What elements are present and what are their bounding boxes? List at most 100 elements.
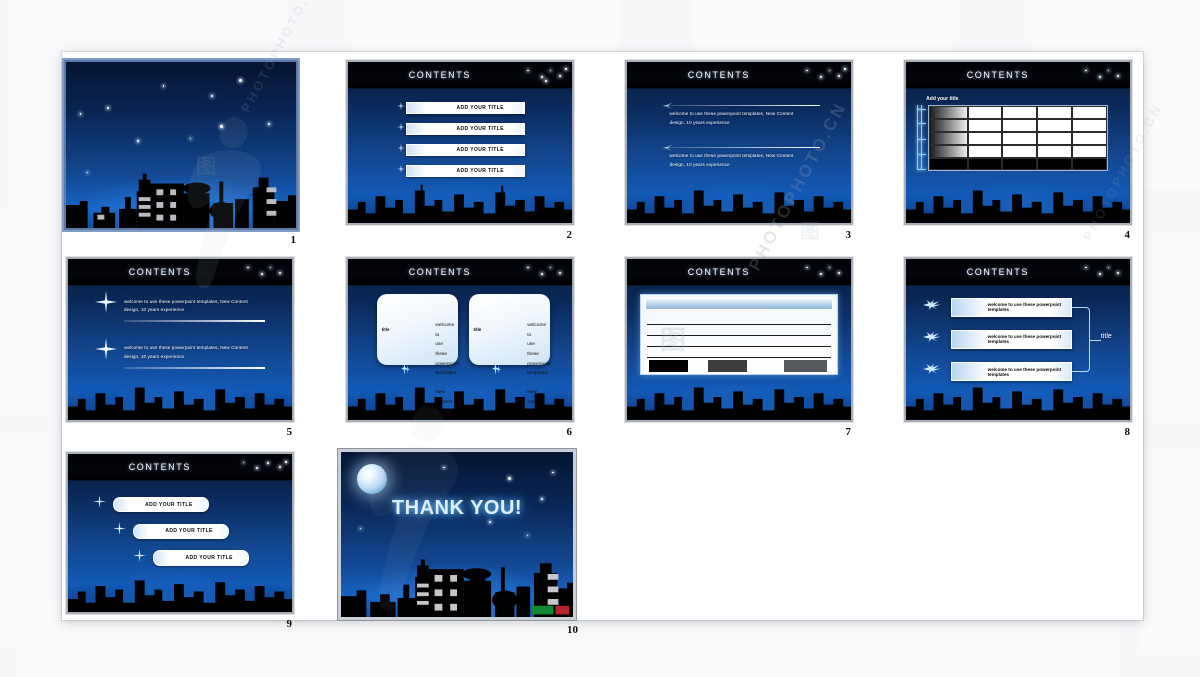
- city-skyline-icon: [906, 181, 1130, 223]
- table-cell: [967, 106, 1003, 120]
- ghost-slide: [1140, 450, 1200, 650]
- content-bar[interactable]: welcome to use these powerpoint template…: [950, 297, 1072, 317]
- card-block: [783, 359, 827, 373]
- slide-frame: CONTENTS ADD YOUR TITLE ADD YOUR TITLE A…: [65, 451, 295, 615]
- moon-icon: [357, 463, 388, 494]
- ghost-header: CONTENTS: [693, 0, 953, 28]
- content-bar[interactable]: ADD YOUR TITLE: [406, 123, 525, 136]
- table-cell: [1071, 119, 1107, 133]
- slide-number: 7: [845, 426, 852, 438]
- table-cell: [1071, 132, 1107, 145]
- panel-line: welcome to use these: [435, 323, 455, 358]
- card-row: [647, 325, 831, 337]
- slide-frame: [62, 58, 300, 232]
- panel-line: welcome to use these: [527, 323, 547, 358]
- ghost-header: [9, 3, 289, 35]
- body-line: welcome to use these powerpoint template…: [669, 153, 794, 159]
- table-cell: [929, 106, 968, 120]
- slide-thumbnail-6[interactable]: CONTENTS welcome to use these powerpoint…: [345, 256, 575, 438]
- city-skyline-icon: [348, 181, 572, 223]
- card-row: [647, 314, 831, 326]
- header-title: CONTENTS: [687, 267, 750, 278]
- header-title: CONTENTS: [408, 70, 471, 81]
- slide-header: CONTENTS: [348, 259, 572, 287]
- ghost-header: CONTENTS: [351, 0, 619, 28]
- body-line: design, 10 years experience: [669, 120, 730, 126]
- slide-number: 5: [286, 426, 293, 438]
- city-skyline-icon: [627, 181, 851, 223]
- card-titlebar: [645, 297, 833, 311]
- table-cell: [967, 119, 1003, 133]
- card-row: [647, 336, 831, 348]
- ghost-skyline-icon: [52, 663, 890, 677]
- slide-frame: CONTENTS welcome to use these powerpoint…: [624, 59, 854, 226]
- body-text: welcome to use these powerpoint template…: [124, 298, 263, 315]
- ghost-header: CONTENTS: [1031, 0, 1200, 28]
- slide-sorter-stage: CONTENTS CONTENTS CONTENTS CON 1 CONTENT…: [0, 0, 1200, 677]
- table-cell: [1037, 106, 1072, 120]
- card-row: [647, 347, 831, 359]
- table-cell: [1002, 157, 1038, 171]
- table-cell: [1037, 119, 1072, 133]
- header-title: CONTENTS: [408, 267, 471, 278]
- table-cell: [1002, 106, 1038, 120]
- table-cell: [1037, 132, 1072, 145]
- panel-tag: title: [473, 326, 482, 332]
- header-title: CONTENTS: [966, 267, 1029, 278]
- slide-thumbnail-3[interactable]: CONTENTS welcome to use these powerpoint…: [624, 59, 854, 241]
- slide-frame: CONTENTS Add your title: [903, 59, 1133, 226]
- body-line: welcome to use these powerpoint template…: [669, 111, 794, 117]
- slide-header: CONTENTS: [906, 259, 1130, 287]
- slide-thumbnail-8[interactable]: CONTENTS welcome to use these powerpoint…: [903, 256, 1133, 438]
- body-line: welcome to use these powerpoint template…: [124, 345, 248, 351]
- divider-line: [124, 320, 266, 323]
- body-text: welcome to use these powerpoint template…: [124, 344, 263, 361]
- slide-thumbnail-1[interactable]: 1: [62, 58, 300, 246]
- content-bar[interactable]: welcome to use these powerpoint template…: [950, 329, 1072, 350]
- slide-number: 10: [567, 624, 578, 636]
- panel-tag: title: [381, 326, 390, 332]
- city-skyline-icon: [341, 548, 573, 617]
- content-bar[interactable]: ADD YOUR TITLE: [406, 102, 525, 115]
- content-card[interactable]: [640, 294, 838, 375]
- content-bar[interactable]: ADD YOUR TITLE: [132, 523, 230, 540]
- body-line: welcome to use these powerpoint template…: [124, 298, 248, 304]
- slide-frame: CONTENTS welcome to use these powerpoint…: [345, 256, 575, 423]
- table-cell: [967, 157, 1003, 171]
- data-table[interactable]: [928, 105, 1108, 172]
- table-cell: [929, 119, 968, 133]
- slide-number: 2: [566, 229, 573, 241]
- city-skyline-icon: [906, 378, 1130, 420]
- header-title: CONTENTS: [128, 267, 191, 278]
- slide-thumbnail-5[interactable]: CONTENTS welcome to use these powerpoint…: [65, 256, 295, 438]
- slide-frame: CONTENTS welcome to use these powerpoint…: [65, 256, 295, 423]
- slide-thumbnail-2[interactable]: CONTENTS ADD YOUR TITLE ADD YOUR TITLE A…: [345, 59, 575, 241]
- slide-thumbnail-7[interactable]: CONTENTS 7: [624, 256, 854, 438]
- card-block: [707, 359, 747, 373]
- body-line: design, 10 years experience: [124, 307, 185, 313]
- table-cell: [1037, 157, 1072, 171]
- table-cell: [1002, 132, 1038, 145]
- header-title: CONTENTS: [687, 70, 750, 81]
- table-cell: [1002, 144, 1038, 158]
- city-skyline-icon: [348, 378, 572, 420]
- city-skyline-icon: [66, 162, 296, 228]
- bracket-stem: [1089, 339, 1101, 341]
- table-cell: [1071, 157, 1107, 171]
- divider-line: [124, 366, 266, 369]
- table-title: Add your title: [926, 95, 959, 102]
- city-skyline-icon: [627, 378, 851, 420]
- slide-thumbnail-4[interactable]: CONTENTS Add your title 4: [903, 59, 1133, 241]
- content-bar[interactable]: ADD YOUR TITLE: [406, 165, 525, 178]
- slide-header: CONTENTS: [627, 259, 851, 287]
- slide-number: 3: [845, 229, 852, 241]
- table-cell: [929, 144, 968, 158]
- slide-number: 9: [286, 618, 293, 630]
- slide-thumbnail-10[interactable]: THANK YOU! 10: [337, 448, 578, 636]
- content-bar[interactable]: ADD YOUR TITLE: [153, 550, 250, 567]
- content-bar[interactable]: ADD YOUR TITLE: [112, 496, 210, 513]
- body-text: welcome to use these powerpoint template…: [670, 110, 818, 127]
- divider-line: [667, 105, 820, 107]
- content-bar[interactable]: ADD YOUR TITLE: [406, 144, 525, 157]
- slide-thumbnail-9[interactable]: CONTENTS ADD YOUR TITLE ADD YOUR TITLE A…: [65, 451, 295, 630]
